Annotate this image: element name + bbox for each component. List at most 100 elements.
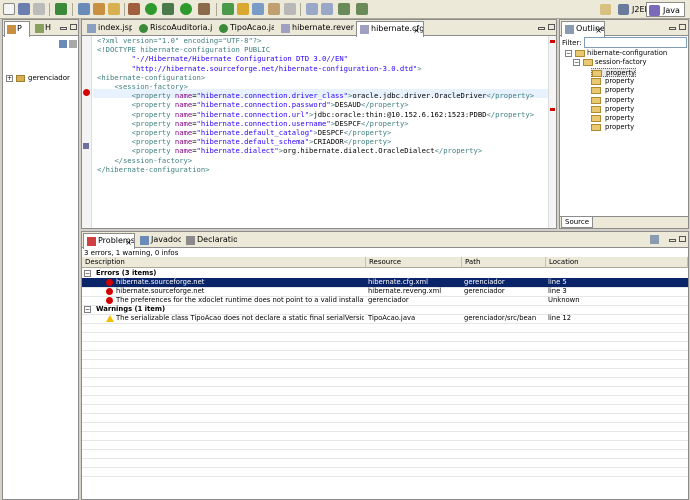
code-line[interactable]: <hibernate-configuration>: [97, 73, 205, 82]
save-icon[interactable]: [18, 3, 30, 15]
group-row-warnings[interactable]: − Warnings (1 item): [82, 305, 688, 314]
minimize-icon[interactable]: [669, 239, 676, 242]
tab-riscoauditoria-java[interactable]: RiscoAuditoria.java: [136, 21, 212, 36]
link-editor-icon[interactable]: [69, 40, 77, 48]
collapse-toggle-icon[interactable]: −: [84, 306, 91, 313]
code-line[interactable]: "http://hibernate.sourceforge.net/hibern…: [97, 64, 422, 73]
outline-item-property[interactable]: property: [591, 68, 637, 77]
tab-package-explorer[interactable]: P: [4, 21, 30, 37]
collapse-toggle-icon[interactable]: −: [573, 59, 580, 66]
debug-icon[interactable]: [162, 3, 174, 15]
code-line[interactable]: </hibernate-configuration>: [97, 165, 210, 174]
new-icon[interactable]: [3, 3, 15, 15]
code-line[interactable]: <property name="hibernate.connection.url…: [97, 110, 534, 119]
collapse-toggle-icon[interactable]: −: [565, 50, 572, 57]
tab-hibernate-reveng-xml[interactable]: hibernate.reveng.xml: [278, 21, 354, 36]
code-line[interactable]: <property name="hibernate.dialect">org.h…: [97, 146, 483, 155]
close-tab-icon[interactable]: ×: [125, 236, 132, 249]
collapse-all-icon[interactable]: [59, 40, 67, 48]
hierarchy-icon: [35, 24, 44, 33]
outline-item-property[interactable]: property: [591, 96, 634, 105]
tab-declaration[interactable]: Declaration: [183, 233, 237, 248]
code-line[interactable]: <!DOCTYPE hibernate-configuration PUBLIC: [97, 45, 270, 54]
maximize-icon[interactable]: [679, 24, 686, 30]
new-package-icon[interactable]: [108, 3, 120, 15]
tab-outline[interactable]: Outline ×: [561, 21, 605, 37]
code-line[interactable]: <session-factory>: [97, 82, 188, 91]
run-green-icon[interactable]: [180, 3, 192, 15]
new-class-icon[interactable]: [222, 3, 234, 15]
outline-item-property[interactable]: property: [591, 123, 634, 132]
table-row[interactable]: The serializable class TipoAcao does not…: [82, 314, 688, 323]
run-server-icon[interactable]: [55, 3, 67, 15]
xml-element-icon: [591, 124, 601, 132]
maximize-icon[interactable]: [679, 236, 686, 242]
outline-item-property[interactable]: property: [591, 86, 634, 95]
minimize-icon[interactable]: [538, 27, 545, 30]
outline-item-property[interactable]: property: [591, 105, 634, 114]
open-type-icon[interactable]: [237, 3, 249, 15]
cell-location: Unknown: [548, 296, 580, 304]
code-area[interactable]: <?xml version="1.0" encoding="UTF-8"?> <!…: [82, 35, 550, 225]
search-icon[interactable]: [252, 3, 264, 15]
collapse-toggle-icon[interactable]: −: [84, 270, 91, 277]
table-row[interactable]: hibernate.sourceforge.net hibernate.cfg.x…: [82, 278, 688, 287]
back-icon[interactable]: [338, 3, 350, 15]
table-row[interactable]: hibernate.sourceforge.net hibernate.reven…: [82, 287, 688, 296]
maximize-icon[interactable]: [548, 24, 555, 30]
filter-input[interactable]: [584, 37, 687, 48]
group-row-errors[interactable]: − Errors (3 items): [82, 269, 688, 278]
open-perspective-button[interactable]: [598, 2, 614, 17]
expand-toggle-icon[interactable]: +: [6, 75, 13, 82]
new-server-icon[interactable]: [78, 3, 90, 15]
code-line[interactable]: <property name="hibernate.default_schema…: [97, 137, 392, 146]
tree-item-gerenciador[interactable]: + gerenciador: [6, 74, 76, 83]
cell-location: line 5: [548, 278, 567, 286]
column-header-location[interactable]: Location: [546, 257, 688, 268]
close-tab-icon[interactable]: ×: [595, 24, 602, 37]
next-annotation-icon[interactable]: [306, 3, 318, 15]
new-project-icon[interactable]: [93, 3, 105, 15]
overview-error-marker[interactable]: [550, 40, 555, 43]
code-line[interactable]: "-//Hibernate/Hibernate Configuration DT…: [97, 54, 348, 63]
run-icon[interactable]: [145, 3, 157, 15]
code-line[interactable]: <property name="hibernate.connection.dri…: [97, 91, 534, 100]
column-header-description[interactable]: Description: [82, 257, 366, 268]
filter-icon[interactable]: [650, 235, 659, 244]
column-header-resource[interactable]: Resource: [366, 257, 462, 268]
print-icon[interactable]: [33, 3, 45, 15]
code-line[interactable]: </session-factory>: [97, 156, 192, 165]
table-row[interactable]: The preferences for the xdoclet runtime …: [82, 296, 688, 305]
tab-tipoacao-java[interactable]: TipoAcao.java: [216, 21, 274, 36]
minimize-icon[interactable]: [669, 27, 676, 30]
tab-source[interactable]: Source: [561, 217, 594, 228]
outline-item-session-factory[interactable]: − session-factory: [573, 58, 647, 67]
column-header-path[interactable]: Path: [462, 257, 546, 268]
code-line[interactable]: <?xml version="1.0" encoding="UTF-8"?>: [97, 36, 261, 45]
outline-item-hibernate-configuration[interactable]: − hibernate-configuration: [565, 49, 667, 58]
code-line[interactable]: <property name="hibernate.connection.use…: [97, 119, 409, 128]
previous-annotation-icon[interactable]: [321, 3, 333, 15]
code-line[interactable]: <property name="hibernate.connection.pas…: [97, 100, 409, 109]
table-gridline: [82, 467, 688, 468]
outline-item-property[interactable]: property: [591, 114, 634, 123]
tree-item-label: gerenciador: [28, 74, 70, 82]
toggle-mark-icon[interactable]: [284, 3, 296, 15]
code-line[interactable]: <property name="hibernate.default_catalo…: [97, 128, 392, 137]
perspective-java-button[interactable]: Java: [646, 2, 685, 17]
forward-icon[interactable]: [356, 3, 368, 15]
tab-hierarchy[interactable]: H: [33, 21, 55, 36]
pencil-icon[interactable]: [268, 3, 280, 15]
external-tools-icon[interactable]: [198, 3, 210, 15]
minimize-icon[interactable]: [60, 27, 67, 30]
outline-item-label: session-factory: [595, 58, 647, 66]
tab-problems[interactable]: Problems ×: [83, 233, 135, 249]
tab-index-jsp[interactable]: index.jsp: [84, 21, 132, 36]
package-explorer-tabbar: P H: [3, 20, 78, 37]
overview-error-marker[interactable]: [550, 108, 555, 111]
perspective-j2ee-button[interactable]: J2EE: [616, 2, 650, 17]
hibernate-icon[interactable]: [128, 3, 140, 15]
outline-item-property[interactable]: property: [591, 77, 634, 86]
tab-javadoc[interactable]: Javadoc: [137, 233, 181, 248]
maximize-icon[interactable]: [70, 24, 77, 30]
